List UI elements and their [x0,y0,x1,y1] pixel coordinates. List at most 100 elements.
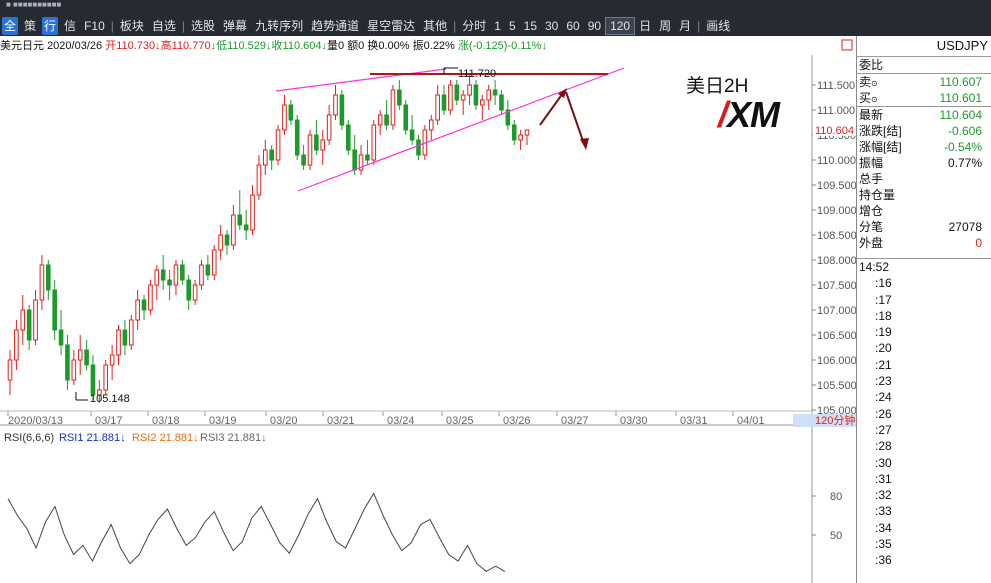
candle-body [275,129,281,161]
candle-body [288,104,294,121]
candle-body [224,234,230,246]
price-tick-label: 106.000 [817,355,856,367]
amp-value: 0.77% [947,156,982,170]
candle-body [371,124,377,161]
candle-body [428,119,434,131]
tick-time: :30 [875,455,892,470]
trades-label: 分笔 [859,220,884,234]
price-tick-label: 107.000 [817,305,856,317]
candle-body [45,264,51,291]
tick-time: :34 [875,520,892,535]
candle-body [269,149,274,161]
inc-label: 增仓 [859,204,884,218]
upper-trendline [275,68,447,92]
rsi-r2: RSI2 21.881↓ [132,432,199,444]
candle-body [326,114,332,141]
candle-body [26,309,32,341]
row-total: 总手 [857,171,991,187]
candle-body [409,129,415,141]
date-label: 03/31 [680,415,708,427]
price-tick-label: 109.000 [817,205,856,217]
row-buy: 买⊙ 110.601 [857,90,991,106]
xm-logo: /XM [718,94,780,136]
candle-body [250,194,255,231]
candle-body [263,149,268,166]
current-price-label: 110.604 [815,125,854,137]
row-oi: 持仓量 [857,187,991,203]
chg-label: 涨跌[结] [859,124,902,138]
candle-body [518,134,523,141]
row-pct: 涨幅[结] -0.54% [857,139,991,155]
price-tick-label: 106.500 [817,330,856,342]
price-tick-label: 109.500 [817,180,856,192]
price-tick-label: 111.500 [817,80,855,92]
candle-body [52,289,57,331]
candle-body [377,114,383,126]
quote-symbol[interactable]: USDJPY [857,36,991,57]
price-tick-label: 108.000 [817,255,856,267]
tick-time-list: 14:52:16:17:18:19:20:21:23:24:26:27:28:3… [857,258,991,569]
tick-time: :23 [875,374,892,389]
candle-body [460,94,466,101]
candle-body [116,329,121,356]
candle-body [237,214,243,226]
tick-time: :19 [875,325,892,340]
candle-body [492,89,498,96]
candle-body [352,149,357,171]
candle-body [173,264,179,286]
chg-value: -0.606 [947,124,982,138]
rsi-line [7,492,506,573]
row-webi: 委比 [857,57,991,73]
candle-body [33,299,38,341]
sell-label: 卖 [859,75,872,89]
rsi-tick-label: 50 [830,530,842,542]
pct-label: 涨幅[结] [859,140,902,154]
candle-body [294,119,300,156]
tick-time: :18 [875,308,892,323]
candle-body [511,124,517,141]
xm-logo-slash-icon: / [718,94,728,135]
date-label: 03/21 [327,415,355,427]
candle-body [65,344,70,381]
row-inc: 增仓 [857,203,991,219]
low-price-label: 105.148 [90,393,130,405]
candle-body [448,84,453,111]
tick-time: :20 [875,341,892,356]
candle-body [320,139,326,151]
buy-value: 110.601 [939,91,983,105]
price-tick-label: 111.000 [817,105,855,117]
quote-panel: USDJPY 委比 卖⊙ 110.607 买⊙ 110.601 最新 110.604 … [856,36,991,583]
candle-body [307,134,313,166]
candle-body [467,84,472,96]
candle-body [390,89,396,126]
candle-body [211,249,217,276]
row-trades: 分笔 27078 [857,219,991,235]
candle-body [365,154,370,161]
date-label: 03/19 [209,415,237,427]
candle-body [282,104,287,131]
candle-body [154,269,160,286]
sell-value: 110.607 [939,75,983,89]
candle-body [480,99,485,106]
outer-label: 外盘 [859,236,884,250]
candle-body [441,94,447,111]
candle-body [14,329,19,361]
candle-body [148,284,153,311]
total-label: 总手 [859,172,884,186]
candle-body [384,114,389,126]
candle-body [454,84,460,101]
candle-body [524,129,530,136]
candle-body [71,359,77,381]
price-tick-label: 110.000 [817,155,856,167]
tick-time: :16 [875,276,892,291]
date-label: 03/18 [152,415,180,427]
row-outer: 外盘 0 [857,235,991,251]
tick-time: 14:52 [859,260,890,274]
rsi-tick-label: 80 [830,491,842,503]
candle-body [160,269,166,281]
date-label: 03/26 [503,415,531,427]
row-sell: 卖⊙ 110.607 [857,74,991,90]
candle-body [205,264,211,276]
trades-value: 27078 [948,220,982,234]
candle-body [403,104,409,131]
